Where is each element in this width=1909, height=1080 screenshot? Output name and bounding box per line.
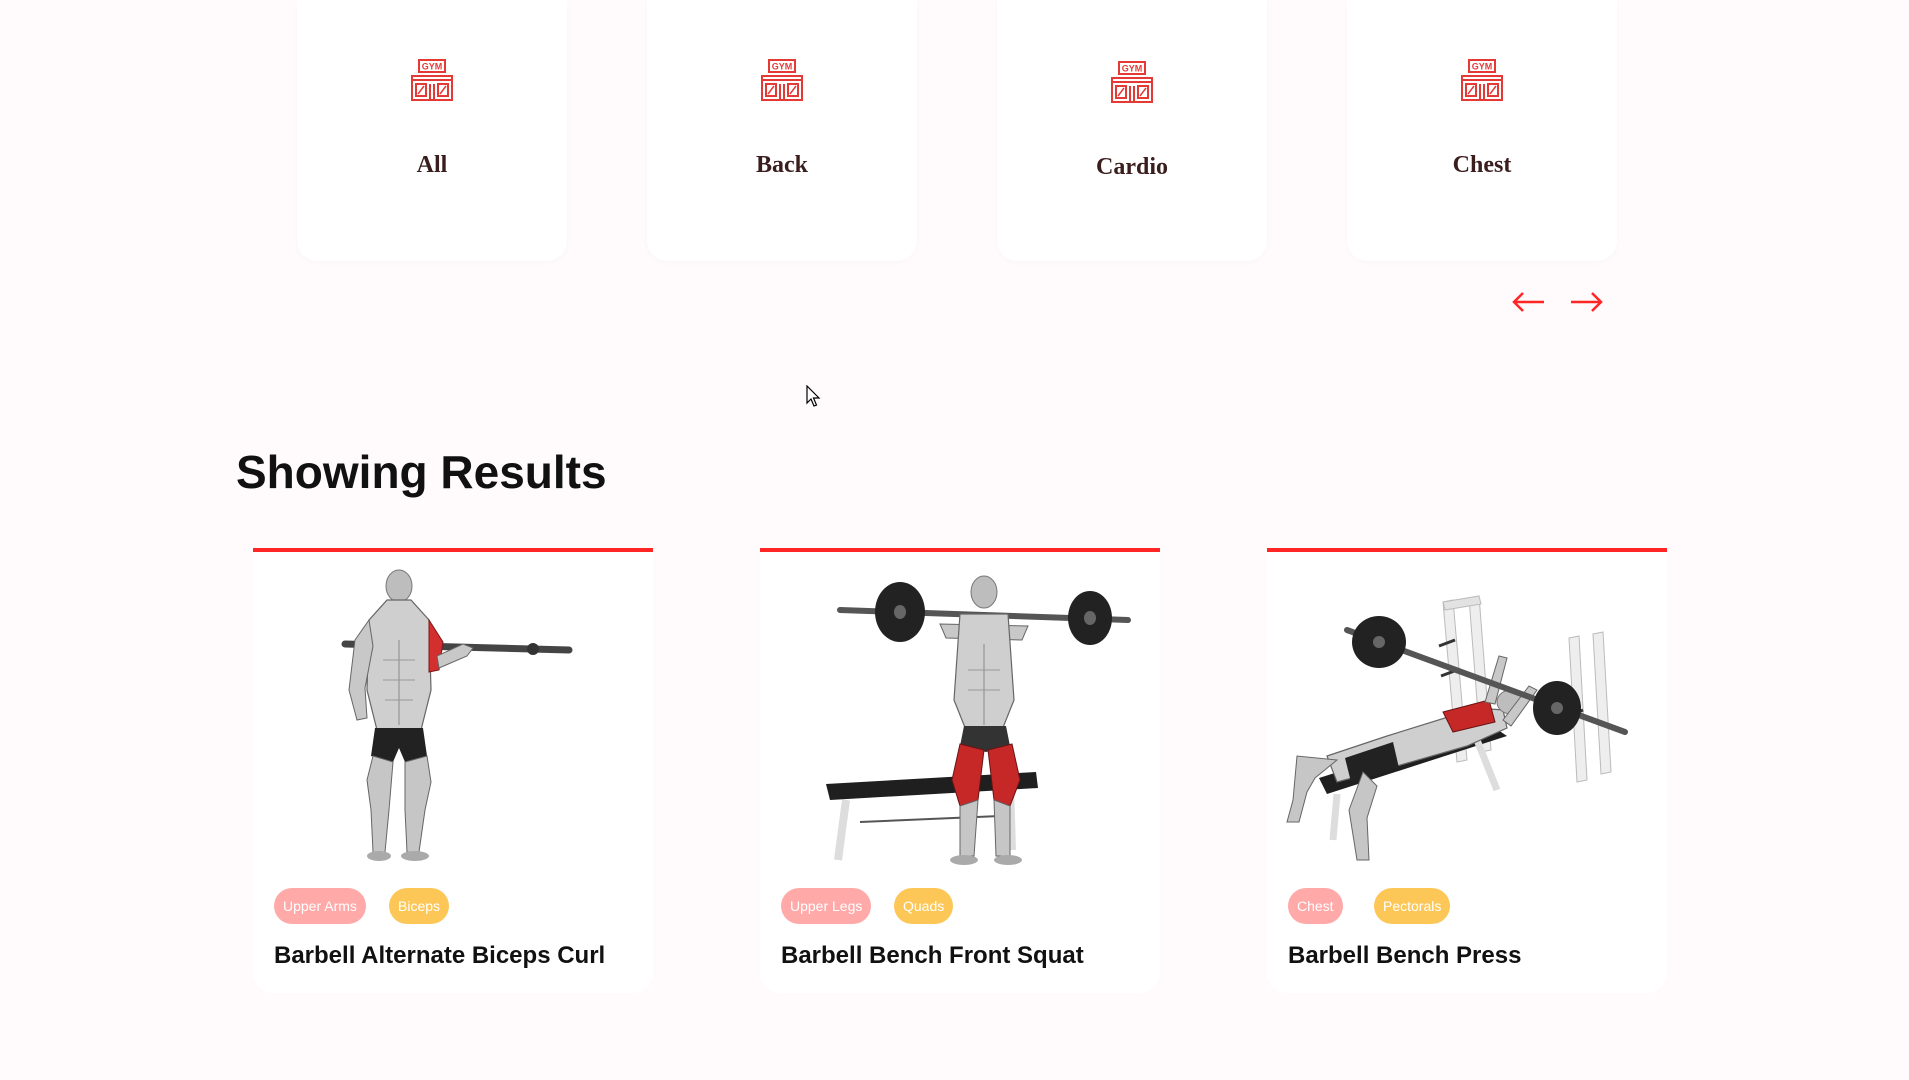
exercise-name: Barbell Bench Press <box>1288 942 1522 969</box>
category-label: Back <box>755 152 808 178</box>
body-part-tag[interactable]: Upper Legs <box>781 888 872 924</box>
bench-press-illustration <box>1286 595 1628 861</box>
category-label: Chest <box>1452 152 1512 178</box>
body-part-tag[interactable]: Chest <box>1288 888 1343 924</box>
category-card-cardio[interactable]: GYM Cardio <box>997 0 1267 261</box>
exercise-name: Barbell Alternate Biceps Curl <box>274 942 606 969</box>
page: GYM All GYM Back GYM Cardio GYM Chest Sh… <box>0 0 1909 1080</box>
body-part-tag[interactable]: Upper Arms <box>274 888 366 924</box>
arrow-right-icon[interactable] <box>1569 286 1605 318</box>
gym-sign-text: GYM <box>772 62 793 72</box>
target-muscle-tag[interactable]: Pectorals <box>1374 888 1451 924</box>
exercise-card[interactable]: Chest Pectorals Barbell Bench Press <box>1267 548 1667 993</box>
arrow-left-icon[interactable] <box>1510 286 1546 318</box>
gym-sign-text: GYM <box>1472 62 1493 72</box>
gym-icon: GYM <box>761 59 803 101</box>
gym-sign-text: GYM <box>422 62 443 72</box>
category-card-chest[interactable]: GYM Chest <box>1347 0 1617 261</box>
gym-sign-text: GYM <box>1122 64 1143 74</box>
category-card-all[interactable]: GYM All <box>297 0 567 261</box>
target-muscle-tag[interactable]: Quads <box>894 888 954 924</box>
exercise-card[interactable]: Upper Legs Quads Barbell Bench Front Squ… <box>760 548 1160 993</box>
results-title: Showing Results <box>236 446 607 498</box>
biceps-curl-illustration <box>341 569 573 861</box>
exercise-name: Barbell Bench Front Squat <box>781 942 1084 969</box>
gym-icon: GYM <box>1461 59 1503 101</box>
target-muscle-tag[interactable]: Biceps <box>389 888 450 924</box>
gym-icon: GYM <box>1111 61 1153 103</box>
gym-icon: GYM <box>411 59 453 101</box>
front-squat-illustration <box>826 575 1131 865</box>
category-card-back[interactable]: GYM Back <box>647 0 917 261</box>
category-label: Cardio <box>1096 154 1168 180</box>
category-label: All <box>416 152 448 178</box>
mouse-cursor-icon <box>806 385 821 407</box>
exercise-card[interactable]: Upper Arms Biceps Barbell Alternate Bice… <box>253 548 653 993</box>
